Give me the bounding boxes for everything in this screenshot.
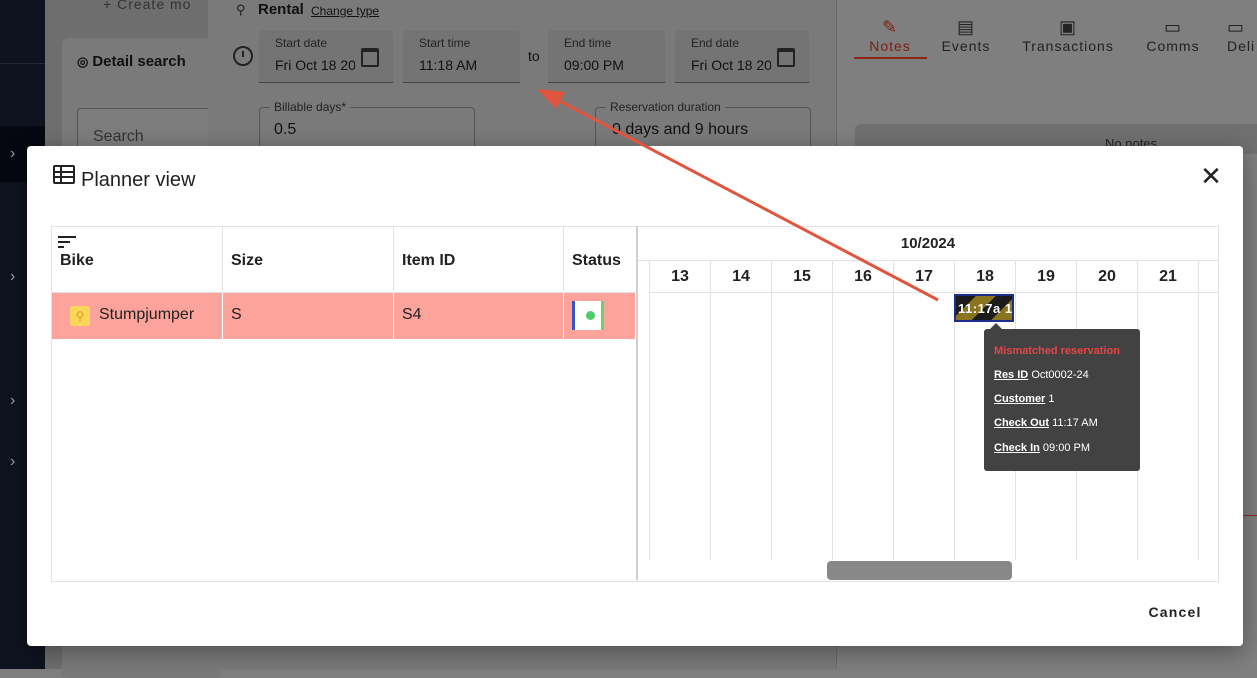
column-header-bike[interactable]: Bike — [52, 227, 223, 293]
planner-view-dialog: Planner view ✕ Bike Size Item ID Status … — [27, 146, 1243, 646]
calendar-icon[interactable] — [777, 48, 795, 67]
close-icon: ✕ — [1200, 161, 1222, 191]
start-date-label: Start date — [275, 36, 328, 50]
item-id-cell: S4 — [394, 293, 564, 339]
tooltip-arrow — [990, 323, 1002, 329]
transactions-icon: ▣ — [1058, 17, 1077, 37]
notes-icon: ✎ — [881, 17, 899, 37]
timeline-day: 21 — [1137, 260, 1198, 293]
close-button[interactable]: ✕ — [1197, 162, 1225, 190]
tooltip-checkin: Check In 09:00 PM — [994, 442, 1091, 454]
reservation-duration-label: Reservation duration — [606, 100, 725, 114]
timeline-day: 18 — [954, 260, 1015, 293]
active-tab-underline — [854, 57, 927, 59]
chevron-right-icon[interactable]: › — [10, 268, 15, 286]
status-cell — [564, 293, 635, 339]
tab-notes[interactable]: ✎ Notes — [858, 16, 922, 54]
tooltip-res-id: Res ID Oct0002-24 — [994, 369, 1089, 381]
timeline-gridline — [710, 293, 711, 560]
timeline-gridline — [954, 293, 955, 560]
timeline-day: 16 — [832, 260, 893, 293]
tab-events[interactable]: ▤ Events — [936, 16, 996, 54]
timeline-day: 15 — [771, 260, 832, 293]
timeline-day: 19 — [1015, 260, 1076, 293]
rental-type-label: Rental — [258, 1, 304, 18]
reservation-duration-value: 0 days and 9 hours — [612, 121, 749, 138]
events-icon: ▤ — [956, 17, 975, 37]
chevron-right-icon[interactable]: › — [10, 145, 15, 163]
timeline-gridline — [893, 293, 894, 560]
bicycle-icon: ⚲ — [236, 2, 246, 17]
timeline-gridline — [771, 293, 772, 560]
tooltip-checkout: Check Out 11:17 AM — [994, 417, 1098, 429]
end-time-value: 09:00 PM — [564, 57, 624, 73]
end-date-label: End date — [691, 36, 740, 50]
bike-icon: ⚲ — [70, 306, 90, 326]
cancel-button[interactable]: Cancel — [1135, 597, 1215, 627]
start-time-label: Start time — [419, 36, 471, 50]
reservation-tooltip: Mismatched reservation Res ID Oct0002-24… — [984, 323, 1140, 471]
timeline-gridline — [832, 293, 833, 560]
column-header-status[interactable]: Status — [564, 227, 635, 293]
timeline-day: 13 — [649, 260, 710, 293]
change-type-link[interactable]: Change type — [311, 4, 379, 18]
to-label: to — [528, 48, 540, 64]
clock-icon — [233, 46, 253, 66]
column-header-item-id[interactable]: Item ID — [394, 227, 564, 293]
chevron-right-icon[interactable]: › — [10, 392, 15, 410]
end-time-label: End time — [564, 36, 612, 50]
billable-days-value: 0.5 — [274, 121, 297, 138]
chevron-right-icon[interactable]: › — [10, 453, 15, 471]
detail-search-title: ◎ Detail search — [77, 53, 186, 70]
size-cell: S — [223, 293, 394, 339]
start-date-value: Fri Oct 18 2024 — [275, 57, 355, 73]
calendar-icon[interactable] — [361, 48, 379, 67]
create-button[interactable]: + Create mo — [103, 0, 191, 12]
end-date-field[interactable]: End date Fri Oct 18 2024 — [675, 30, 809, 83]
start-time-value: 11:18 AM — [419, 57, 478, 73]
tooltip-customer: Customer 1 — [994, 393, 1055, 405]
planner-item-grid: Bike Size Item ID Status ⚲ Stumpjumper S… — [51, 226, 638, 582]
column-header-size[interactable]: Size — [223, 227, 394, 293]
end-time-field[interactable]: End time 09:00 PM — [548, 30, 665, 83]
start-time-field[interactable]: Start time 11:18 AM — [403, 30, 520, 83]
reservation-block[interactable]: 11:17a 1 — [954, 294, 1014, 322]
billable-days-label: Billable days* — [270, 100, 351, 114]
tab-comms[interactable]: ▭ Comms — [1143, 16, 1203, 54]
tooltip-warning: Mismatched reservation — [994, 345, 1120, 357]
table-icon — [53, 165, 75, 184]
timeline-day: 17 — [893, 260, 954, 293]
timeline-day: 20 — [1076, 260, 1137, 293]
sort-icon[interactable] — [58, 236, 76, 248]
timeline-day: 14 — [710, 260, 771, 293]
timeline-month: 10/2024 — [638, 227, 1218, 261]
end-date-value: Fri Oct 18 2024 — [691, 57, 771, 73]
dialog-title: Planner view — [81, 169, 196, 191]
start-date-field[interactable]: Start date Fri Oct 18 2024 — [259, 30, 393, 83]
timeline-day — [1198, 260, 1218, 293]
table-row[interactable]: ⚲ Stumpjumper S S4 — [52, 293, 635, 339]
timeline-gridline — [649, 293, 650, 560]
status-indicator[interactable] — [572, 301, 604, 330]
bike-cell: ⚲ Stumpjumper — [52, 293, 223, 339]
horizontal-scrollbar[interactable] — [827, 561, 1012, 580]
target-icon: ◎ — [77, 54, 89, 69]
status-dot-icon — [586, 311, 595, 320]
tab-transactions[interactable]: ▣ Transactions — [1018, 16, 1118, 54]
comms-icon: ▭ — [1163, 17, 1182, 37]
timeline-gridline — [1198, 293, 1199, 560]
delivery-icon: ▭ — [1227, 17, 1246, 37]
tab-delivery[interactable]: ▭ Deli — [1227, 16, 1257, 54]
